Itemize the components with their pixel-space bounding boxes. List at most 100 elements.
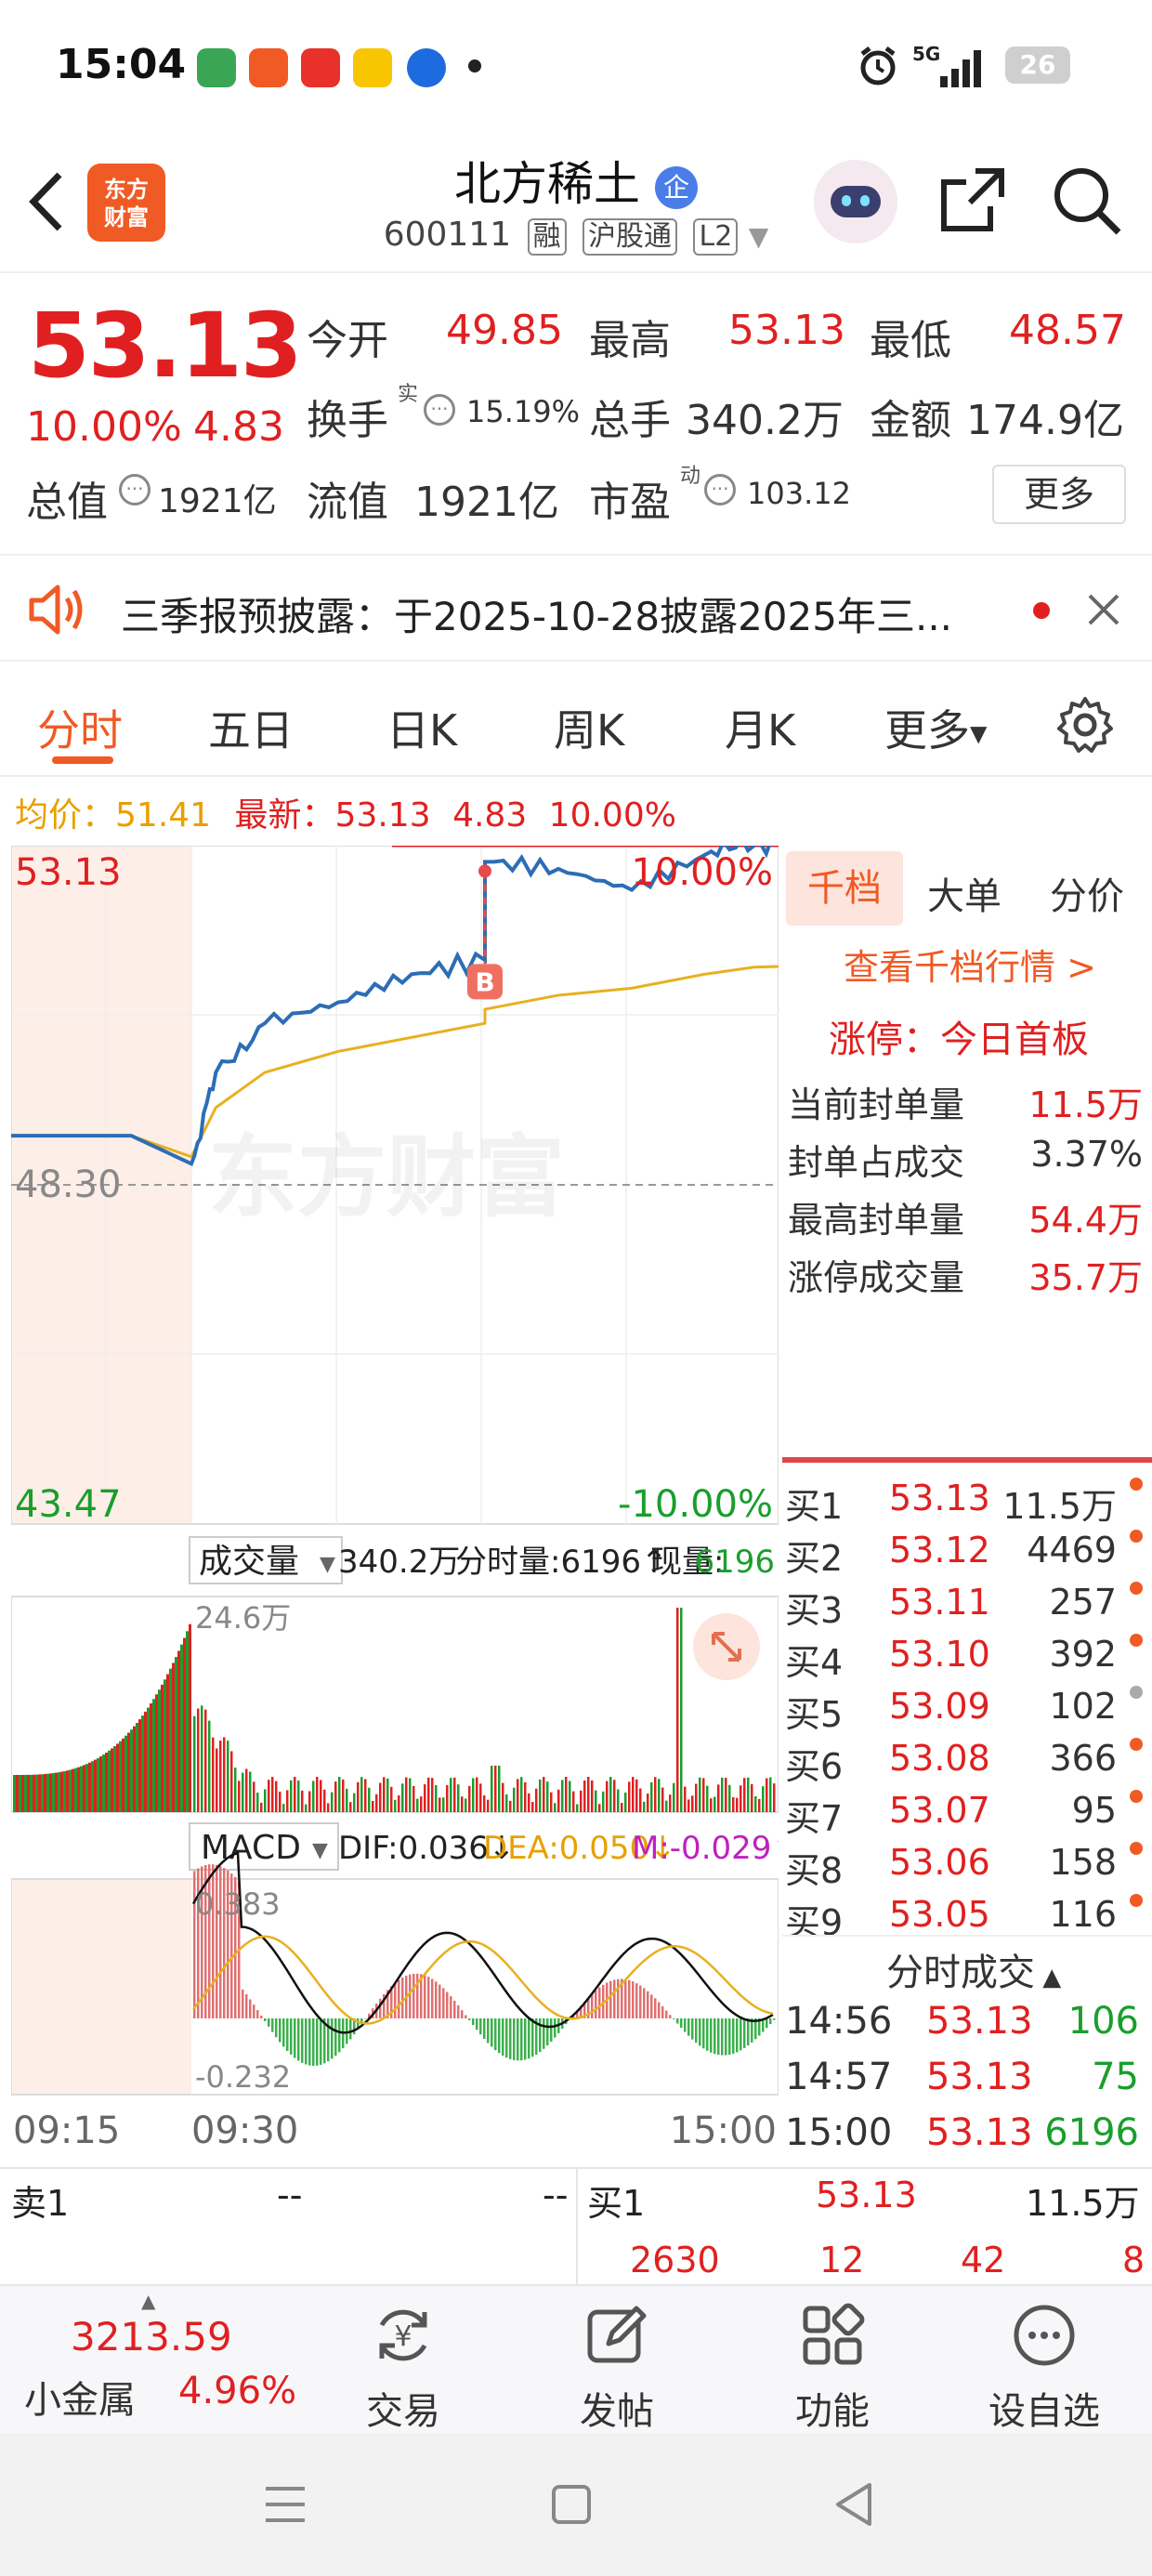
tick-time: 15:00 bbox=[785, 2111, 893, 2154]
tab-weekly-k[interactable]: 周K bbox=[554, 697, 624, 758]
latest-value: 53.13 bbox=[334, 796, 431, 835]
assistant-avatar[interactable] bbox=[814, 160, 897, 243]
macd-bar bbox=[401, 1978, 404, 2018]
bid-volume: 95 bbox=[1071, 1790, 1117, 1831]
bid-row[interactable]: 买6 53.08 366 bbox=[785, 1738, 1143, 1790]
app-notification-icon bbox=[353, 48, 392, 87]
volume-bar bbox=[113, 1746, 116, 1812]
turnover-label: 换手 bbox=[307, 397, 388, 444]
macd-bar bbox=[245, 1994, 248, 2018]
volume-bar bbox=[144, 1711, 147, 1812]
bid-row[interactable]: 买3 53.11 257 bbox=[785, 1582, 1143, 1634]
volume-bar bbox=[193, 1715, 196, 1812]
volume-bar bbox=[166, 1674, 169, 1812]
tab-more[interactable]: 更多▼ bbox=[884, 697, 987, 758]
bid-row[interactable]: 买8 53.06 158 bbox=[785, 1842, 1143, 1894]
info-icon[interactable]: ··· bbox=[424, 394, 455, 426]
bid-row[interactable]: 买2 53.12 4469 bbox=[785, 1530, 1143, 1582]
nav-trade[interactable]: ¥ 交易 bbox=[329, 2303, 478, 2435]
share-icon[interactable] bbox=[938, 165, 1007, 234]
macd-bar bbox=[554, 2018, 556, 2038]
tab-five-day[interactable]: 五日 bbox=[208, 697, 294, 758]
sector-pct[interactable]: 4.96% bbox=[178, 2370, 296, 2412]
volume-bar bbox=[769, 1777, 772, 1812]
macd-bar bbox=[773, 2018, 776, 2020]
tab-intraday[interactable]: 分时 bbox=[37, 697, 123, 758]
alarm-icon bbox=[860, 46, 896, 85]
mktcap-label: 总值 bbox=[26, 479, 108, 526]
macd-bar bbox=[286, 2018, 289, 2051]
volume-bar bbox=[372, 1800, 374, 1812]
nav-post[interactable]: 发帖 bbox=[543, 2303, 691, 2435]
bid-row[interactable]: 买7 53.07 95 bbox=[785, 1790, 1143, 1842]
bid-row[interactable]: 买1 53.13 11.5万 bbox=[785, 1478, 1143, 1530]
tab-thousand-level[interactable]: 千档 bbox=[786, 851, 903, 926]
macd-bar bbox=[546, 2018, 549, 2046]
current-volume: 6196 bbox=[694, 1544, 775, 1581]
tab-monthly-k[interactable]: 月K bbox=[725, 697, 795, 758]
bid-price: 53.07 bbox=[889, 1790, 990, 1831]
more-button[interactable]: 更多 bbox=[992, 465, 1126, 524]
expand-icon[interactable] bbox=[693, 1613, 760, 1680]
info-icon[interactable]: ··· bbox=[704, 474, 736, 506]
sector-index-value[interactable]: 3213.59 bbox=[71, 2314, 232, 2359]
volume-bar bbox=[234, 1768, 237, 1812]
volume-bar bbox=[435, 1785, 438, 1812]
macd-bar bbox=[498, 2018, 501, 2054]
volume-bar bbox=[676, 1608, 679, 1812]
nav-functions[interactable]: 功能 bbox=[758, 2303, 907, 2435]
macd-bar bbox=[294, 2018, 296, 2058]
avg-value: 51.41 bbox=[115, 796, 212, 835]
tab-daily-k[interactable]: 日K bbox=[386, 697, 457, 758]
tick-volume: 分时量:6196↑ bbox=[455, 1544, 667, 1581]
macd-bar bbox=[632, 1981, 635, 2018]
announcement-bar[interactable]: 三季报预披露：于2025-10-28披露2025年三... bbox=[0, 554, 1152, 662]
gear-icon[interactable] bbox=[1055, 695, 1115, 755]
macd-bar bbox=[320, 2018, 322, 2065]
macd-bar bbox=[472, 2018, 475, 2026]
bid-row[interactable]: 买9 53.05 116 bbox=[785, 1894, 1143, 1935]
volume-bar bbox=[275, 1781, 278, 1812]
low-value: 48.57 bbox=[1009, 307, 1126, 354]
dropdown-icon[interactable]: ▼ bbox=[749, 221, 769, 252]
nav-add-watchlist[interactable]: 设自选 bbox=[970, 2303, 1119, 2435]
volume-bar bbox=[88, 1762, 91, 1812]
limit-stat-label: 最高封单量 bbox=[788, 1200, 965, 1241]
volume-bar bbox=[108, 1750, 111, 1812]
menu-icon[interactable] bbox=[262, 2483, 308, 2526]
volume-bar bbox=[305, 1804, 308, 1812]
macd-bar bbox=[427, 1977, 430, 2018]
announcement-text[interactable]: 三季报预披露：于2025-10-28披露2025年三... bbox=[121, 585, 952, 642]
volume-bar bbox=[661, 1787, 664, 1812]
volume-bar bbox=[349, 1802, 352, 1812]
intraday-chart[interactable]: 东方财富 B 53.13 48.30 43.47 10.00% -10.00% … bbox=[11, 846, 779, 2175]
macd-bar bbox=[282, 2018, 285, 2047]
macd-bar bbox=[680, 2018, 683, 2029]
close-icon[interactable] bbox=[1087, 593, 1120, 626]
bid-row[interactable]: 买4 53.10 392 bbox=[785, 1634, 1143, 1686]
bid-row[interactable]: 买5 53.09 102 bbox=[785, 1686, 1143, 1738]
sector-name[interactable]: 小金属 bbox=[24, 2370, 136, 2424]
volume-bar bbox=[669, 1794, 672, 1812]
ticks-title[interactable]: 分时成交 ▲ bbox=[886, 1942, 1061, 1996]
volume-bar bbox=[264, 1789, 267, 1812]
volume-bar bbox=[487, 1799, 490, 1812]
macd-bar bbox=[609, 1980, 612, 2018]
divider bbox=[576, 2169, 578, 2284]
volume-bar bbox=[513, 1787, 516, 1812]
collapse-icon[interactable]: ▲ bbox=[141, 2290, 155, 2312]
home-icon[interactable] bbox=[550, 2483, 593, 2526]
volume-bar bbox=[124, 1735, 127, 1812]
volume-bar bbox=[253, 1781, 255, 1812]
back-nav-icon[interactable] bbox=[832, 2481, 875, 2528]
macd-bar bbox=[706, 2018, 709, 2051]
info-icon[interactable]: ··· bbox=[119, 474, 151, 506]
volume-bar bbox=[238, 1781, 241, 1812]
tab-price-volume[interactable]: 分价 bbox=[1050, 866, 1124, 920]
view-thousand-link[interactable]: 查看千档行情 > bbox=[844, 939, 1096, 990]
macd-bar bbox=[479, 2018, 482, 2035]
search-icon[interactable] bbox=[1052, 165, 1122, 236]
volume-bar bbox=[212, 1737, 215, 1812]
tab-big-orders[interactable]: 大单 bbox=[927, 866, 1001, 920]
buy1-label: 买1 bbox=[587, 2183, 646, 2224]
